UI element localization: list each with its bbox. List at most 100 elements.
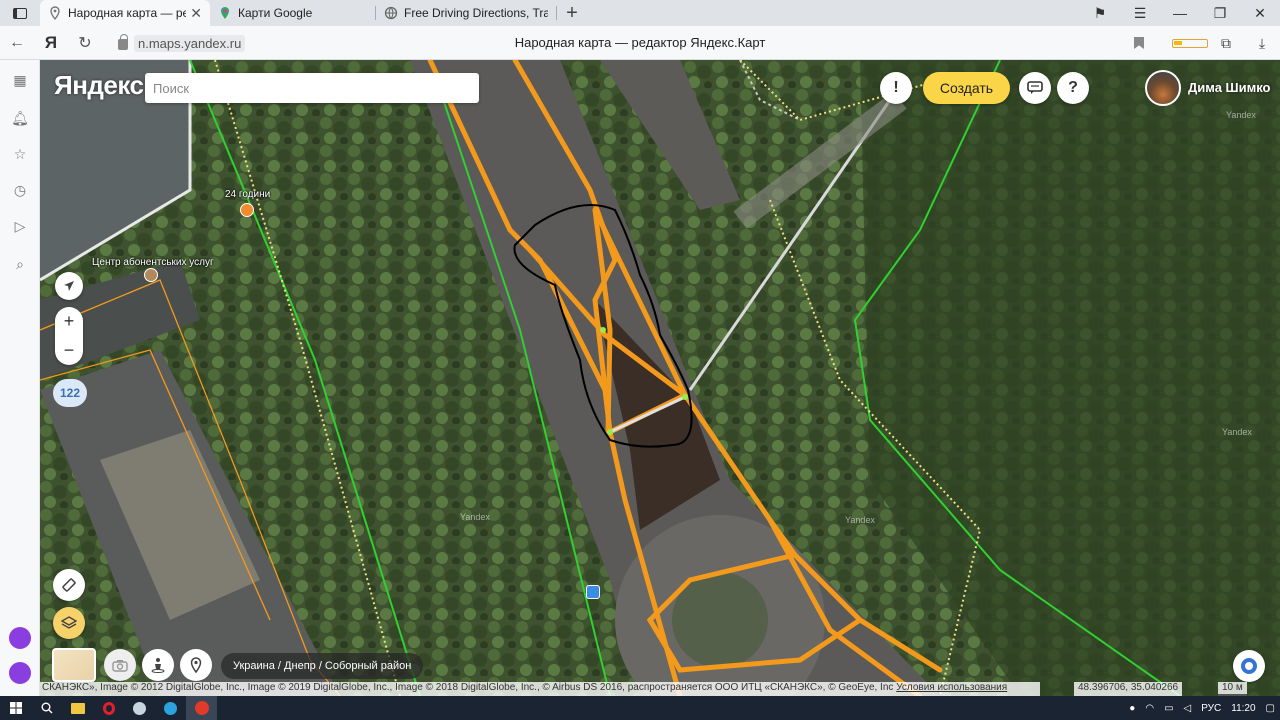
tab-title: Free Driving Directions, Traffic Reports (404, 6, 548, 20)
search-input[interactable] (145, 73, 479, 103)
navigation-arrow-icon (64, 281, 74, 291)
yandex-watermark: Yandex (1222, 427, 1252, 437)
battery-saver-icon[interactable] (1172, 35, 1208, 51)
report-issue-button[interactable]: ! (880, 72, 912, 104)
poi-label-center[interactable]: Центр абонентських услуг (92, 257, 214, 268)
taskbar-file-explorer[interactable] (62, 696, 93, 720)
comment-icon (1027, 81, 1043, 94)
reload-button[interactable]: ↻ (68, 26, 102, 60)
extensions-icon[interactable]: ⧉ (1208, 35, 1244, 52)
media-play-icon[interactable]: ▷ (10, 216, 30, 236)
location-breadcrumb: Украина / Днепр / Соборный район (221, 653, 424, 679)
zoom-out-button[interactable]: − (55, 336, 83, 365)
help-icon: ? (1068, 79, 1078, 96)
camera-icon (112, 659, 128, 672)
lock-icon (118, 33, 128, 50)
scale-bar: 10 м (1218, 682, 1247, 696)
tray-wifi-icon[interactable]: ◠ (1145, 703, 1154, 714)
create-button[interactable]: Создать (923, 72, 1010, 104)
map-viewport[interactable]: Яндекс ! Создать ? Дима Шимко + − 122 24… (40, 60, 1280, 696)
search-icon (41, 702, 52, 714)
ruler-button[interactable] (53, 569, 85, 601)
satellite-map-layer[interactable] (40, 60, 1280, 696)
menu-icon[interactable]: ☰ (1120, 5, 1160, 22)
sidebar-icon (13, 7, 27, 19)
yandex-watermark: Yandex (845, 515, 875, 525)
notification-center-icon[interactable]: ▢ (1266, 703, 1275, 714)
sidebar-toggle-button[interactable] (0, 0, 40, 26)
tray-language[interactable]: РУС (1201, 703, 1221, 714)
alert-icon: ! (893, 79, 899, 96)
yandex-watermark: Yandex (1226, 110, 1256, 120)
tray-app-icon[interactable]: ● (1129, 703, 1135, 714)
google-maps-icon (220, 7, 230, 19)
image-search-icon[interactable]: ⌕ (10, 254, 30, 274)
person-icon (151, 658, 165, 673)
taskbar-steam[interactable] (124, 696, 155, 720)
messenger-app-icon[interactable] (9, 627, 31, 649)
taskbar-telegram[interactable] (155, 696, 186, 720)
terms-link[interactable]: Условия использования (896, 682, 1007, 693)
edits-counter-badge[interactable]: 122 (53, 379, 87, 407)
telegram-icon (164, 701, 177, 715)
new-tab-button[interactable]: + (557, 0, 587, 26)
locate-me-button[interactable] (55, 272, 83, 300)
tab-yandex-map-editor[interactable]: Народная карта — редактор Яндекс.Карт ✕ (40, 0, 210, 26)
start-button[interactable] (0, 696, 31, 720)
poi-label-24h[interactable]: 24 години (225, 189, 270, 200)
bookmark-icon[interactable] (1134, 37, 1144, 49)
tab-google-maps[interactable]: Карти Google (210, 0, 375, 26)
tab-free-driving-directions[interactable]: Free Driving Directions, Traffic Reports (376, 0, 556, 26)
bookmarks-icon[interactable]: ⚑ (1080, 5, 1120, 22)
yandex-home-button[interactable]: Я (34, 33, 68, 53)
bus-stop-icon[interactable] (586, 585, 600, 599)
panorama-button[interactable] (104, 649, 136, 681)
taskbar-search-button[interactable] (31, 696, 62, 720)
minimize-icon[interactable]: — (1160, 5, 1200, 21)
yandex-browser-icon (194, 701, 209, 715)
url-text: n.maps.yandex.ru (134, 34, 246, 52)
globe-icon (384, 6, 398, 20)
taskbar-opera[interactable] (93, 696, 124, 720)
back-button[interactable]: ← (0, 26, 34, 60)
place-marker-button[interactable] (180, 649, 212, 681)
map-type-switcher[interactable] (52, 648, 96, 682)
browser-tab-strip: Народная карта — редактор Яндекс.Карт ✕ … (0, 0, 1280, 26)
url-field[interactable]: n.maps.yandex.ru (118, 33, 246, 53)
copyright-text: СКАНЭКС», Image © 2012 DigitalGlobe, Inc… (42, 682, 894, 693)
close-tab-icon[interactable]: ✕ (190, 5, 202, 22)
history-clock-icon[interactable]: ◷ (10, 180, 30, 200)
street-view-button[interactable] (142, 649, 174, 681)
help-button[interactable]: ? (1057, 72, 1089, 104)
restore-icon[interactable]: ❐ (1200, 5, 1240, 22)
close-window-icon[interactable]: ✕ (1240, 5, 1280, 22)
taskbar-yandex-browser[interactable] (186, 696, 217, 720)
alice-map-button[interactable] (1233, 650, 1265, 682)
tray-clock[interactable]: 11:20 (1231, 703, 1255, 714)
folder-icon (70, 702, 85, 714)
office-poi-icon[interactable] (144, 268, 158, 282)
favorites-star-icon[interactable]: ☆ (10, 144, 30, 164)
pharmacy-poi-icon[interactable] (240, 203, 254, 217)
map-search-box[interactable] (145, 73, 479, 103)
windows-taskbar: ● ◠ ▭ ◁ РУС 11:20 ▢ (0, 696, 1280, 720)
user-name[interactable]: Дима Шимко (1188, 80, 1271, 95)
tray-volume-icon[interactable]: ◁ (1184, 703, 1192, 714)
tab-title: Народная карта — редактор Яндекс.Карт (68, 6, 187, 20)
location-pin-icon (190, 657, 202, 673)
zoom-controls: + − (55, 307, 83, 365)
address-bar-actions: ⧉ ⤓ (1172, 26, 1280, 60)
system-tray: ● ◠ ▭ ◁ РУС 11:20 ▢ (1124, 696, 1280, 720)
zoom-in-button[interactable]: + (55, 307, 83, 336)
services-grid-icon[interactable]: ▦ (10, 70, 30, 90)
download-icon[interactable]: ⤓ (1244, 35, 1280, 52)
coordinates-readout: 48.396706, 35.040266 (1074, 682, 1183, 696)
layers-button[interactable] (53, 607, 85, 639)
alice-assistant-icon[interactable] (9, 662, 31, 684)
feedback-button[interactable] (1019, 72, 1051, 104)
browser-side-panel: ▦ 🔔︎ ☆ ◷ ▷ ⌕ (0, 60, 40, 696)
avatar[interactable] (1145, 70, 1181, 106)
notifications-bell-icon[interactable]: 🔔︎ (10, 108, 30, 128)
address-bar: ← Я ↻ n.maps.yandex.ru Народная карта — … (0, 26, 1280, 60)
tray-battery-icon[interactable]: ▭ (1164, 703, 1173, 714)
